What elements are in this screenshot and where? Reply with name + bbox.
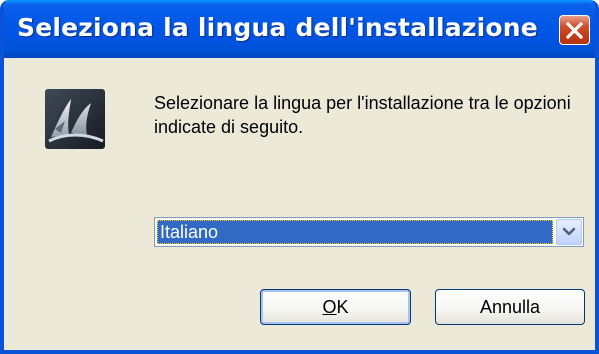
- instruction-text: Selezionare la lingua per l'installazion…: [154, 93, 571, 137]
- chevron-down-icon: [562, 227, 576, 236]
- selected-language-label: Italiano: [160, 222, 219, 242]
- ok-button[interactable]: OK: [260, 289, 411, 325]
- window-title: Seleziona la lingua dell'installazione: [17, 13, 538, 42]
- dropdown-button[interactable]: [556, 219, 582, 245]
- title-bar[interactable]: Seleziona la lingua dell'installazione: [4, 0, 595, 58]
- close-button[interactable]: [559, 15, 590, 45]
- installer-logo-icon: [45, 89, 105, 149]
- cancel-button[interactable]: Annulla: [435, 289, 585, 325]
- language-select[interactable]: Italiano: [154, 217, 584, 247]
- dialog-window: Seleziona la lingua dell'installazione S…: [0, 0, 599, 354]
- language-select-value[interactable]: Italiano: [157, 220, 553, 244]
- close-icon: [566, 21, 583, 39]
